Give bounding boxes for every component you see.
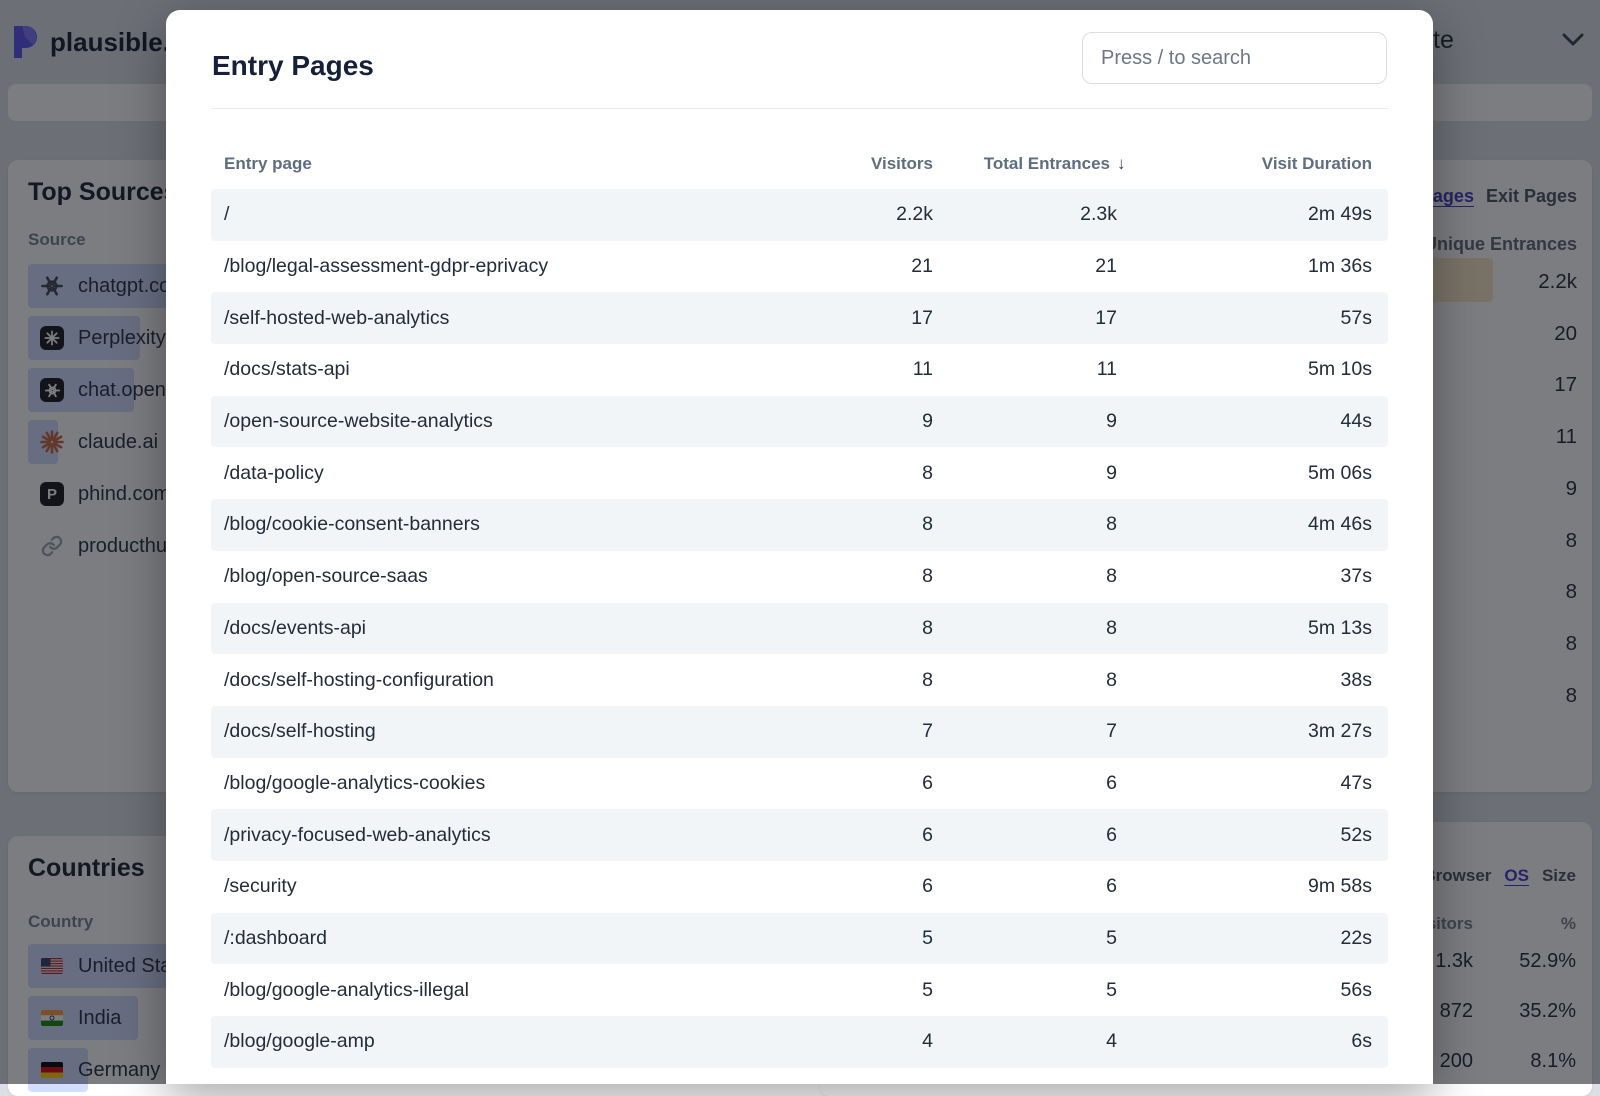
visit-duration-column-header[interactable]: Visit Duration bbox=[1117, 154, 1372, 174]
visit-duration-cell: 6s bbox=[1117, 1030, 1372, 1053]
table-row[interactable]: /blog/google-amp446s bbox=[211, 1016, 1388, 1068]
total-entrances-cell: 8 bbox=[933, 565, 1117, 588]
entry-page-cell: /blog/legal-assessment-gdpr-eprivacy bbox=[224, 255, 733, 278]
visit-duration-cell: 5m 13s bbox=[1117, 617, 1372, 640]
total-entrances-cell: 2.3k bbox=[933, 203, 1117, 226]
table-row[interactable]: /2.2k2.3k2m 49s bbox=[211, 189, 1388, 241]
table-row[interactable]: /open-source-website-analytics9944s bbox=[211, 396, 1388, 448]
visitors-cell: 9 bbox=[733, 410, 933, 433]
total-entrances-cell: 17 bbox=[933, 307, 1117, 330]
entry-page-cell: /privacy-focused-web-analytics bbox=[224, 824, 733, 847]
table-header-row: Entry page Visitors Total Entrances↓ Vis… bbox=[211, 152, 1388, 176]
entry-page-cell: /self-hosted-web-analytics bbox=[224, 307, 733, 330]
visitors-cell: 2.2k bbox=[733, 203, 933, 226]
visitors-cell: 8 bbox=[733, 513, 933, 536]
entry-page-cell: /docs/self-hosting-configuration bbox=[224, 669, 733, 692]
table-row[interactable]: /:dashboard5522s bbox=[211, 913, 1388, 965]
visitors-cell: 7 bbox=[733, 720, 933, 743]
table-row[interactable]: /blog/google-analytics-illegal5556s bbox=[211, 964, 1388, 1016]
entry-pages-rows: /2.2k2.3k2m 49s/blog/legal-assessment-gd… bbox=[211, 189, 1388, 1068]
total-entrances-cell: 9 bbox=[933, 410, 1117, 433]
visit-duration-cell: 22s bbox=[1117, 927, 1372, 950]
visit-duration-cell: 47s bbox=[1117, 772, 1372, 795]
total-entrances-cell: 8 bbox=[933, 617, 1117, 640]
entry-page-cell: /:dashboard bbox=[224, 927, 733, 950]
table-row[interactable]: /data-policy895m 06s bbox=[211, 447, 1388, 499]
visit-duration-cell: 5m 10s bbox=[1117, 358, 1372, 381]
visit-duration-cell: 44s bbox=[1117, 410, 1372, 433]
visitors-cell: 21 bbox=[733, 255, 933, 278]
visitors-cell: 6 bbox=[733, 824, 933, 847]
visitors-cell: 5 bbox=[733, 927, 933, 950]
total-entrances-cell: 4 bbox=[933, 1030, 1117, 1053]
total-entrances-column-header[interactable]: Total Entrances↓ bbox=[933, 154, 1117, 174]
entry-page-cell: /blog/cookie-consent-banners bbox=[224, 513, 733, 536]
table-row[interactable]: /security669m 58s bbox=[211, 861, 1388, 913]
visitors-cell: 8 bbox=[733, 462, 933, 485]
total-entrances-cell: 5 bbox=[933, 979, 1117, 1002]
total-entrances-cell: 8 bbox=[933, 669, 1117, 692]
total-entrances-cell: 6 bbox=[933, 875, 1117, 898]
table-row[interactable]: /docs/self-hosting773m 27s bbox=[211, 706, 1388, 758]
visit-duration-cell: 4m 46s bbox=[1117, 513, 1372, 536]
visit-duration-cell: 5m 06s bbox=[1117, 462, 1372, 485]
modal-title: Entry Pages bbox=[212, 50, 374, 82]
table-row[interactable]: /docs/stats-api11115m 10s bbox=[211, 344, 1388, 396]
visitors-column-header[interactable]: Visitors bbox=[733, 154, 933, 174]
divider bbox=[212, 108, 1388, 109]
visitors-cell: 6 bbox=[733, 772, 933, 795]
total-entrances-cell: 6 bbox=[933, 824, 1117, 847]
entry-page-cell: /blog/google-amp bbox=[224, 1030, 733, 1053]
entry-page-column-header[interactable]: Entry page bbox=[224, 154, 733, 174]
visitors-cell: 17 bbox=[733, 307, 933, 330]
visitors-cell: 8 bbox=[733, 669, 933, 692]
search-input[interactable] bbox=[1082, 32, 1387, 84]
visitors-cell: 6 bbox=[733, 875, 933, 898]
visitors-cell: 11 bbox=[733, 358, 933, 381]
visit-duration-cell: 56s bbox=[1117, 979, 1372, 1002]
entry-pages-table: Entry page Visitors Total Entrances↓ Vis… bbox=[211, 152, 1388, 1068]
total-entrances-cell: 8 bbox=[933, 513, 1117, 536]
visitors-cell: 4 bbox=[733, 1030, 933, 1053]
total-entrances-cell: 9 bbox=[933, 462, 1117, 485]
visitors-cell: 8 bbox=[733, 565, 933, 588]
visit-duration-cell: 37s bbox=[1117, 565, 1372, 588]
total-entrances-cell: 7 bbox=[933, 720, 1117, 743]
visitors-cell: 5 bbox=[733, 979, 933, 1002]
table-row[interactable]: /blog/legal-assessment-gdpr-eprivacy2121… bbox=[211, 241, 1388, 293]
table-row[interactable]: /blog/open-source-saas8837s bbox=[211, 551, 1388, 603]
table-row[interactable]: /privacy-focused-web-analytics6652s bbox=[211, 809, 1388, 861]
table-row[interactable]: /self-hosted-web-analytics171757s bbox=[211, 292, 1388, 344]
entry-page-cell: /docs/events-api bbox=[224, 617, 733, 640]
entry-page-cell: /blog/google-analytics-cookies bbox=[224, 772, 733, 795]
visit-duration-cell: 9m 58s bbox=[1117, 875, 1372, 898]
visit-duration-cell: 38s bbox=[1117, 669, 1372, 692]
total-entrances-cell: 21 bbox=[933, 255, 1117, 278]
total-entrances-cell: 5 bbox=[933, 927, 1117, 950]
entry-page-cell: /blog/open-source-saas bbox=[224, 565, 733, 588]
table-row[interactable]: /docs/self-hosting-configuration8838s bbox=[211, 654, 1388, 706]
entry-page-cell: /data-policy bbox=[224, 462, 733, 485]
entry-page-cell: /blog/google-analytics-illegal bbox=[224, 979, 733, 1002]
visit-duration-cell: 57s bbox=[1117, 307, 1372, 330]
entry-page-cell: /security bbox=[224, 875, 733, 898]
entry-pages-modal: Entry Pages Entry page Visitors Total En… bbox=[166, 10, 1433, 1084]
entry-page-cell: /open-source-website-analytics bbox=[224, 410, 733, 433]
visitors-cell: 8 bbox=[733, 617, 933, 640]
entry-page-cell: /docs/stats-api bbox=[224, 358, 733, 381]
visit-duration-cell: 52s bbox=[1117, 824, 1372, 847]
total-entrances-cell: 11 bbox=[933, 358, 1117, 381]
entry-page-cell: /docs/self-hosting bbox=[224, 720, 733, 743]
table-row[interactable]: /docs/events-api885m 13s bbox=[211, 603, 1388, 655]
table-row[interactable]: /blog/google-analytics-cookies6647s bbox=[211, 758, 1388, 810]
table-row[interactable]: /blog/cookie-consent-banners884m 46s bbox=[211, 499, 1388, 551]
total-entrances-cell: 6 bbox=[933, 772, 1117, 795]
visit-duration-cell: 1m 36s bbox=[1117, 255, 1372, 278]
visit-duration-cell: 2m 49s bbox=[1117, 203, 1372, 226]
visit-duration-cell: 3m 27s bbox=[1117, 720, 1372, 743]
entry-page-cell: / bbox=[224, 203, 733, 226]
